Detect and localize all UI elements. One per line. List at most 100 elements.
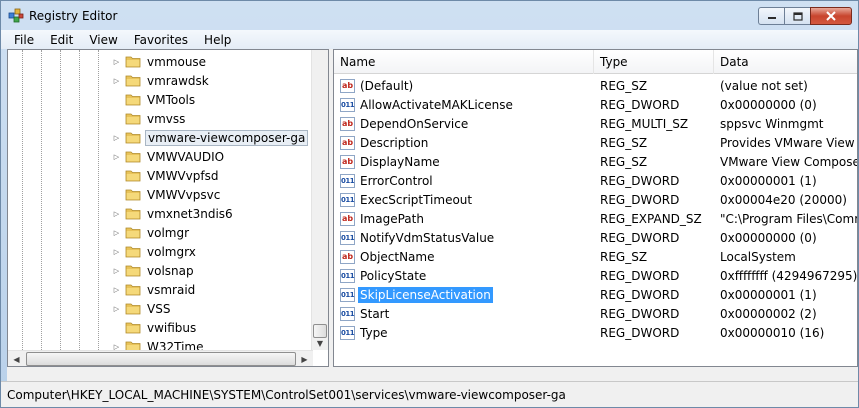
- folder-icon: [125, 170, 141, 182]
- value-name: SkipLicenseActivation: [358, 286, 493, 303]
- expand-arrow-icon[interactable]: ▷: [112, 209, 121, 218]
- value-name: ExecScriptTimeout: [360, 192, 473, 207]
- values-list-pane[interactable]: Name Type Data ab (Default) REG_SZ (value n…: [333, 49, 858, 367]
- value-row[interactable]: 011 Type REG_DWORD 0x00000010 (16): [334, 323, 857, 342]
- value-type: REG_DWORD: [600, 173, 680, 188]
- value-row[interactable]: ab DisplayName REG_SZ VMware View Composer: [334, 152, 857, 171]
- value-row[interactable]: ab Description REG_SZ Provides VMware View …: [334, 133, 857, 152]
- string-value-icon: ab: [340, 249, 355, 264]
- expand-arrow-icon[interactable]: ▷: [112, 247, 121, 256]
- close-button[interactable]: [810, 7, 852, 25]
- tree-item[interactable]: ▷ VSS: [112, 299, 172, 318]
- key-tree-pane[interactable]: ▷ vmmouse ▷ vmrawdsk VMTools vmvss ▷ vmware-vie…: [7, 49, 329, 367]
- value-data: 0x00000002 (2): [720, 306, 817, 321]
- expand-arrow-icon[interactable]: ▷: [112, 304, 121, 313]
- tree-item[interactable]: ▷ vmware-viewcomposer-ga: [112, 128, 309, 147]
- tree-item[interactable]: vwifibus: [112, 318, 198, 337]
- value-type: REG_DWORD: [600, 325, 680, 340]
- tree-item[interactable]: VMTools: [112, 90, 197, 109]
- value-row[interactable]: 011 ErrorControl REG_DWORD 0x00000001 (1): [334, 171, 857, 190]
- value-data: 0x00004e20 (20000): [720, 192, 847, 207]
- minimize-button[interactable]: [758, 7, 784, 25]
- value-type: REG_DWORD: [600, 306, 680, 321]
- tree-item[interactable]: ▷ vmmouse: [112, 52, 208, 71]
- folder-icon: [125, 151, 141, 163]
- value-type: REG_DWORD: [600, 97, 680, 112]
- tree-item-label: vmware-viewcomposer-ga: [145, 129, 309, 146]
- column-header-data[interactable]: Data: [714, 50, 857, 74]
- expand-arrow-icon[interactable]: ▷: [112, 152, 121, 161]
- value-data: 0x00000001 (1): [720, 173, 817, 188]
- value-data: 0x00000000 (0): [720, 97, 817, 112]
- tree-item[interactable]: vmvss: [112, 109, 187, 128]
- expand-arrow-icon[interactable]: ▷: [112, 285, 121, 294]
- menu-view[interactable]: View: [81, 33, 125, 47]
- expand-arrow-icon[interactable]: ▷: [112, 57, 121, 66]
- tree-item[interactable]: ▷ volsnap: [112, 261, 196, 280]
- close-icon: [826, 11, 836, 21]
- tree-horizontal-scrollbar[interactable]: ◀ ▶: [8, 350, 313, 366]
- folder-icon: [125, 94, 141, 106]
- value-row[interactable]: ab ImagePath REG_EXPAND_SZ "C:\Program File…: [334, 209, 858, 228]
- client-area: ▷ vmmouse ▷ vmrawdsk VMTools vmvss ▷ vmware-vie…: [7, 49, 858, 381]
- value-row[interactable]: 011 PolicyState REG_DWORD 0xffffffff (42949…: [334, 266, 857, 285]
- tree-item[interactable]: VMWVvpfsd: [112, 166, 220, 185]
- folder-icon: [125, 284, 141, 296]
- value-data: "C:\Program Files\Comm: [720, 211, 858, 226]
- value-type: REG_SZ: [600, 135, 648, 150]
- value-type: REG_MULTI_SZ: [600, 116, 689, 131]
- menu-edit[interactable]: Edit: [42, 33, 81, 47]
- menu-file[interactable]: File: [6, 33, 42, 47]
- expand-arrow-icon[interactable]: ▷: [112, 228, 121, 237]
- value-type: REG_DWORD: [600, 192, 680, 207]
- tree-horizontal-scroll-thumb[interactable]: [26, 352, 296, 366]
- tree-vertical-scrollbar[interactable]: ▼: [311, 50, 328, 350]
- folder-icon: [125, 75, 141, 87]
- value-name: ImagePath: [360, 211, 424, 226]
- expand-arrow-icon[interactable]: ▷: [112, 266, 121, 275]
- value-row[interactable]: ab ObjectName REG_SZ LocalSystem: [334, 247, 857, 266]
- value-row[interactable]: 011 NotifyVdmStatusValue REG_DWORD 0x000000…: [334, 228, 857, 247]
- value-row[interactable]: 011 AllowActivateMAKLicense REG_DWORD 0x000…: [334, 95, 857, 114]
- value-data: 0x00000010 (16): [720, 325, 825, 340]
- maximize-button[interactable]: [784, 7, 810, 25]
- value-name-cell: 011 ExecScriptTimeout: [340, 190, 592, 209]
- expand-arrow-icon[interactable]: ▷: [112, 76, 121, 85]
- folder-icon: [125, 227, 141, 239]
- value-data: (value not set): [720, 78, 808, 93]
- value-name-cell: ab ImagePath: [340, 209, 592, 228]
- tree-item[interactable]: ▷ vmrawdsk: [112, 71, 211, 90]
- column-header-type[interactable]: Type: [594, 50, 714, 74]
- tree-item[interactable]: ▷ vmxnet3ndis6: [112, 204, 235, 223]
- menu-favorites[interactable]: Favorites: [126, 33, 196, 47]
- column-header-name[interactable]: Name: [334, 50, 594, 74]
- folder-icon: [125, 303, 141, 315]
- tree-item[interactable]: ▷ VMWVAUDIO: [112, 147, 226, 166]
- value-row[interactable]: ab (Default) REG_SZ (value not set): [334, 76, 857, 95]
- tree-item[interactable]: ▷ vsmraid: [112, 280, 197, 299]
- value-row[interactable]: ab DependOnService REG_MULTI_SZ sppsvc Winm…: [334, 114, 857, 133]
- menu-help[interactable]: Help: [196, 33, 239, 47]
- scroll-down-arrow-icon[interactable]: ▼: [312, 336, 328, 350]
- tree-item-label: vwifibus: [147, 320, 197, 335]
- value-name: AllowActivateMAKLicense: [360, 97, 513, 112]
- value-data: Provides VMware View Co: [720, 135, 857, 150]
- value-row[interactable]: 011 Start REG_DWORD 0x00000002 (2): [334, 304, 857, 323]
- value-row[interactable]: 011 ExecScriptTimeout REG_DWORD 0x00004e20 …: [334, 190, 857, 209]
- string-value-icon: ab: [340, 116, 355, 131]
- tree-item[interactable]: ▷ volmgrx: [112, 242, 198, 261]
- title-bar[interactable]: Registry Editor: [1, 1, 858, 30]
- scroll-right-arrow-icon[interactable]: ▶: [296, 351, 313, 366]
- menu-bar: File Edit View Favorites Help: [1, 30, 858, 49]
- value-type: REG_SZ: [600, 154, 648, 169]
- tree-item[interactable]: VMWVvpsvc: [112, 185, 222, 204]
- value-name-cell: ab ObjectName: [340, 247, 592, 266]
- tree-item[interactable]: ▷ volmgr: [112, 223, 191, 242]
- tree-item-label: vmxnet3ndis6: [147, 206, 233, 221]
- expand-arrow-icon[interactable]: ▷: [112, 133, 121, 142]
- tree-connector-lines: [8, 50, 128, 350]
- value-row[interactable]: 011 SkipLicenseActivation REG_DWORD 0x00000…: [334, 285, 857, 304]
- scroll-left-arrow-icon[interactable]: ◀: [8, 351, 25, 366]
